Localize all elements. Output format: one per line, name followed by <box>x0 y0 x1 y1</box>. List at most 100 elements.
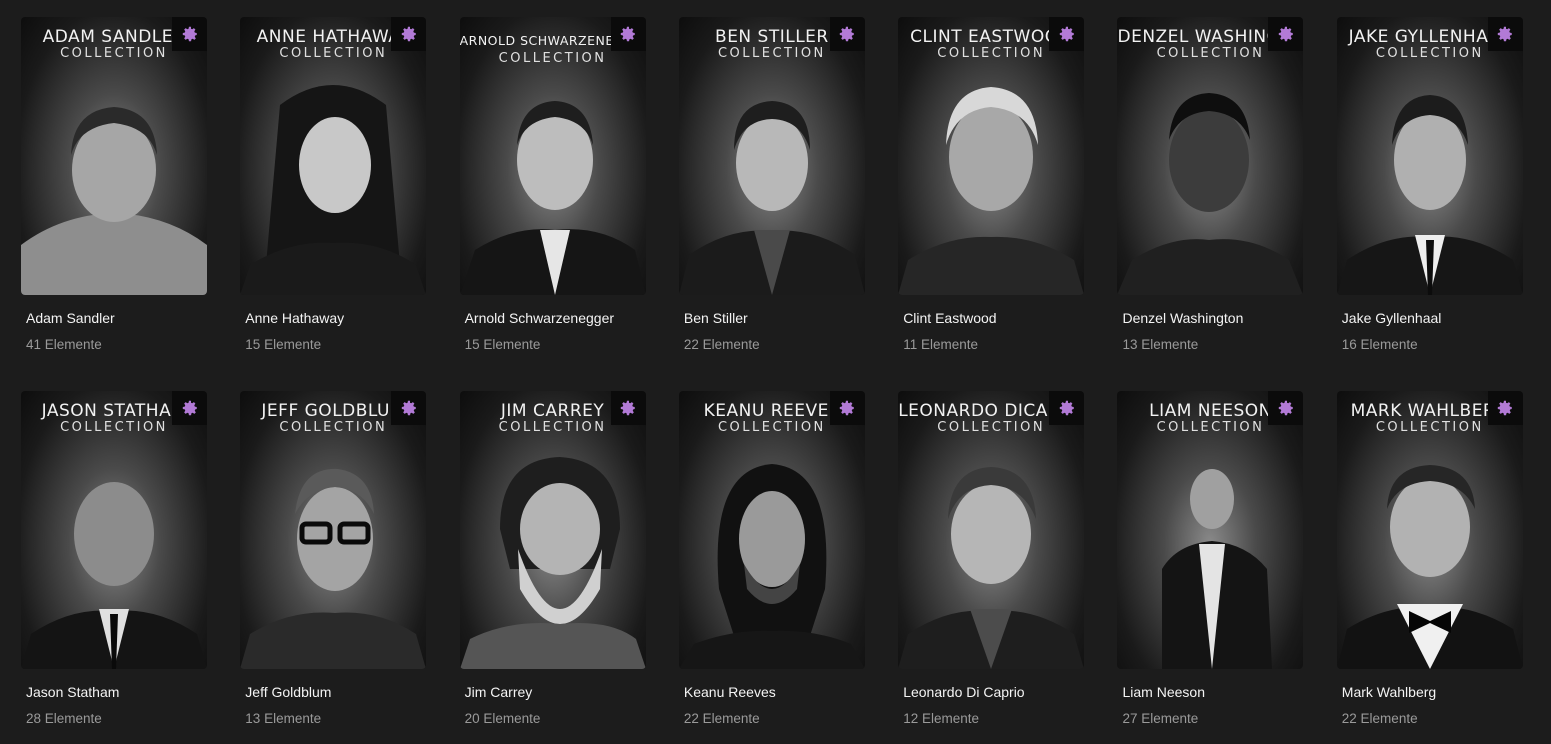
collection-count: 22 Elemente <box>683 337 760 352</box>
collection-count: 15 Elemente <box>464 337 541 352</box>
collection-poster[interactable]: LIAM NEESON COLLECTION <box>1117 391 1304 669</box>
collection-count: 20 Elemente <box>464 711 541 726</box>
collection-card[interactable]: CLINT EASTWOOD COLLECTION Clint Eastwood… <box>898 17 1085 369</box>
collection-poster[interactable]: CLINT EASTWOOD COLLECTION <box>898 17 1085 295</box>
collection-count: 41 Elemente <box>26 337 102 352</box>
gear-button[interactable] <box>829 391 865 425</box>
collection-name[interactable]: Jake Gyllenhaal <box>1342 310 1442 326</box>
gear-button[interactable] <box>172 391 207 425</box>
gear-icon <box>840 26 855 42</box>
collection-count: 13 Elemente <box>1122 337 1199 352</box>
gear-icon <box>620 26 635 42</box>
collection-card[interactable]: LEONARDO DICAPRIO COLLECTION Leonardo Di… <box>898 391 1085 743</box>
collection-name[interactable]: Jason Statham <box>26 684 119 700</box>
collection-count: 15 Elemente <box>245 337 322 352</box>
collection-poster[interactable]: JEFF GOLDBLUM COLLECTION <box>240 391 427 669</box>
collection-count: 13 Elemente <box>245 711 322 726</box>
collection-poster[interactable]: LEONARDO DICAPRIO COLLECTION <box>898 391 1085 669</box>
gear-button[interactable] <box>610 17 646 51</box>
collection-count: 22 Elemente <box>683 711 760 726</box>
collection-name[interactable]: Anne Hathaway <box>245 310 344 326</box>
portrait-image <box>240 85 427 295</box>
collection-poster[interactable]: ADAM SANDLER COLLECTION <box>21 17 207 295</box>
collection-name[interactable]: Jim Carrey <box>465 684 533 700</box>
gear-icon <box>1498 400 1513 416</box>
gear-icon <box>620 400 635 416</box>
portrait-image <box>898 467 1085 669</box>
portrait-image <box>21 482 207 669</box>
gear-button[interactable] <box>391 391 427 425</box>
collection-name[interactable]: Leonardo Di Caprio <box>903 684 1024 700</box>
gear-icon <box>1059 400 1074 416</box>
collection-poster[interactable]: DENZEL WASHINGTON COLLECTION <box>1117 17 1304 295</box>
portrait-image <box>21 107 207 295</box>
collection-card[interactable]: DENZEL WASHINGTON COLLECTION Denzel Wash… <box>1117 17 1304 369</box>
gear-button[interactable] <box>1049 391 1085 425</box>
gear-icon <box>1278 400 1293 416</box>
collection-count: 27 Elemente <box>1122 711 1199 726</box>
collection-count: 22 Elemente <box>1341 711 1418 726</box>
collection-poster[interactable]: JASON STATHAM COLLECTION <box>21 391 207 669</box>
collection-poster[interactable]: MARK WAHLBERG COLLECTION <box>1336 391 1523 669</box>
gear-icon <box>182 400 197 416</box>
gear-button[interactable] <box>172 17 207 51</box>
collection-name[interactable]: Jeff Goldblum <box>245 684 331 700</box>
collection-poster[interactable]: ARNOLD SCHWARZENEGGER COLLECTION <box>459 17 646 295</box>
portrait-image <box>1117 93 1304 295</box>
gear-icon <box>1278 26 1293 42</box>
collection-name[interactable]: Adam Sandler <box>26 310 115 326</box>
collection-count: 12 Elemente <box>903 711 979 726</box>
gear-button[interactable] <box>1487 391 1523 425</box>
collection-name[interactable]: Mark Wahlberg <box>1342 684 1436 700</box>
collections-grid: ADAM SANDLER COLLECTION Adam Sandler 41 … <box>21 17 1523 743</box>
collection-name[interactable]: Keanu Reeves <box>684 684 776 700</box>
gear-icon <box>1498 26 1513 42</box>
portrait-image <box>459 101 646 295</box>
collection-name[interactable]: Liam Neeson <box>1122 684 1205 700</box>
gear-icon <box>182 26 197 42</box>
collection-card[interactable]: ANNE HATHAWAY COLLECTION Anne Hathaway 1… <box>240 17 427 369</box>
collection-name[interactable]: Arnold Schwarzenegger <box>465 310 614 326</box>
collection-count: 16 Elemente <box>1341 337 1418 352</box>
collection-card[interactable]: JEFF GOLDBLUM COLLECTION Jeff Goldblum 1… <box>240 391 427 743</box>
gear-button[interactable] <box>1487 17 1523 51</box>
gear-icon <box>1059 26 1074 42</box>
gear-button[interactable] <box>610 391 646 425</box>
collection-card[interactable]: BEN STILLER COLLECTION Ben Stiller 22 El… <box>678 17 865 369</box>
portrait-image <box>678 101 865 295</box>
collection-card[interactable]: KEANU REEVES COLLECTION Keanu Reeves 22 … <box>678 391 865 743</box>
collection-card[interactable]: ARNOLD SCHWARZENEGGER COLLECTION Arnold … <box>459 17 646 369</box>
gear-button[interactable] <box>391 17 427 51</box>
portrait-image <box>678 464 865 669</box>
collection-poster[interactable]: JIM CARREY COLLECTION <box>459 391 646 669</box>
collection-count: 11 Elemente <box>903 337 978 352</box>
collection-card[interactable]: MARK WAHLBERG COLLECTION Mark Wahlberg 2… <box>1336 391 1523 743</box>
collection-card[interactable]: LIAM NEESON COLLECTION Liam Neeson 27 El… <box>1117 391 1304 743</box>
collection-poster[interactable]: JAKE GYLLENHAAL COLLECTION <box>1336 17 1523 295</box>
portrait-image <box>1162 469 1273 669</box>
portrait-image <box>1336 465 1523 669</box>
collection-poster[interactable]: KEANU REEVES COLLECTION <box>678 391 865 669</box>
collection-card[interactable]: JASON STATHAM COLLECTION Jason Statham 2… <box>21 391 207 743</box>
gear-button[interactable] <box>1268 391 1304 425</box>
collection-name[interactable]: Clint Eastwood <box>903 310 996 326</box>
gear-icon <box>401 26 416 42</box>
collection-name[interactable]: Denzel Washington <box>1122 310 1243 326</box>
collection-card[interactable]: JAKE GYLLENHAAL COLLECTION Jake Gyllenha… <box>1336 17 1523 369</box>
gear-button[interactable] <box>829 17 865 51</box>
collection-poster[interactable]: ANNE HATHAWAY COLLECTION <box>240 17 427 295</box>
gear-icon <box>840 400 855 416</box>
gear-button[interactable] <box>1049 17 1085 51</box>
portrait-image <box>459 457 646 669</box>
portrait-image <box>898 87 1085 295</box>
collection-name[interactable]: Ben Stiller <box>684 310 748 326</box>
portrait-image <box>1336 95 1523 295</box>
collection-count: 28 Elemente <box>26 711 102 726</box>
collection-card[interactable]: JIM CARREY COLLECTION Jim Carrey 20 Elem… <box>459 391 646 743</box>
collection-poster[interactable]: BEN STILLER COLLECTION <box>678 17 865 295</box>
poster-subtitle: COLLECTION <box>498 51 607 66</box>
portrait-image <box>240 468 427 669</box>
gear-icon <box>401 400 416 416</box>
gear-button[interactable] <box>1268 17 1304 51</box>
collection-card[interactable]: ADAM SANDLER COLLECTION Adam Sandler 41 … <box>21 17 207 369</box>
